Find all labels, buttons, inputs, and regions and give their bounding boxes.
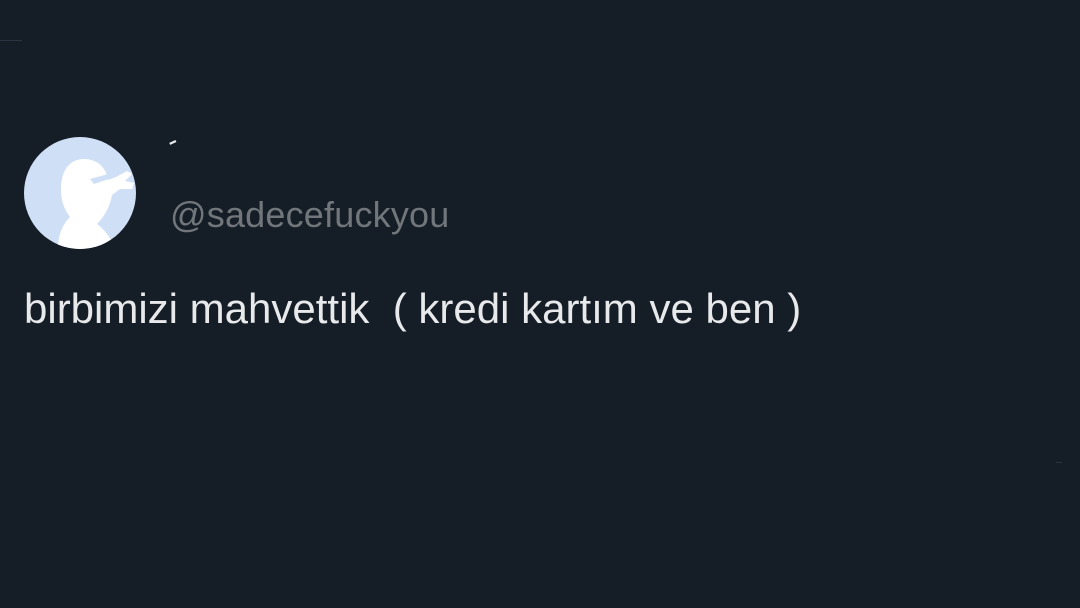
display-name[interactable]: - xyxy=(161,125,183,157)
tweet-screenshot: - @sadecefuckyou birbimizi mahvettik ( k… xyxy=(0,0,1080,608)
divider xyxy=(0,40,22,41)
avatar[interactable] xyxy=(24,137,136,249)
handle[interactable]: @sadecefuckyou xyxy=(170,194,450,236)
tweet-text: birbimizi mahvettik ( kredi kartım ve be… xyxy=(24,285,802,332)
edge-artifact xyxy=(1056,462,1062,463)
person-silhouette-finger-gun-icon xyxy=(58,159,134,249)
